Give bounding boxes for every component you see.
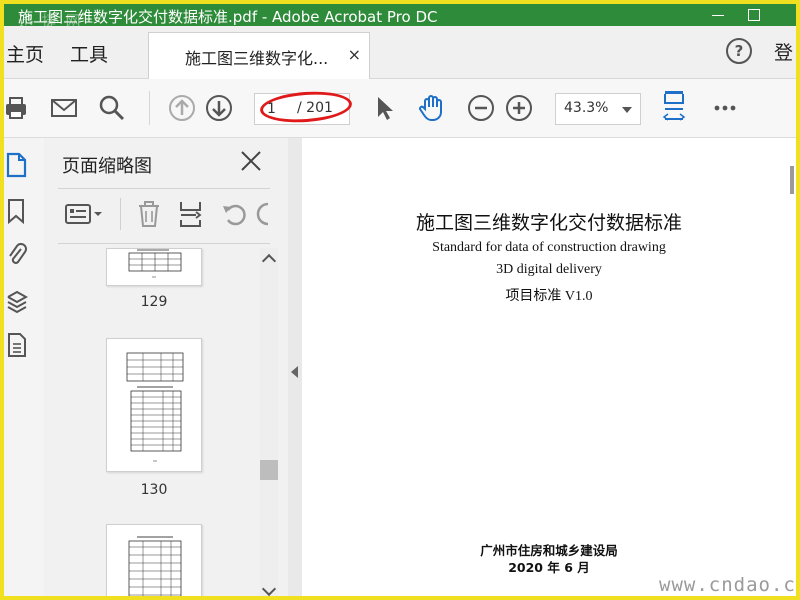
document-tab[interactable]: 施工图三维数字化... × <box>148 32 370 79</box>
search-icon[interactable] <box>97 93 127 123</box>
rotate-clockwise-icon[interactable] <box>256 200 270 228</box>
thumbnail-page-number: 129 <box>140 294 168 310</box>
attachment-icon[interactable] <box>6 242 28 268</box>
tools-tab[interactable]: 工具 <box>70 40 108 67</box>
help-icon[interactable]: ? <box>726 38 752 64</box>
page-thumbnail-130[interactable] <box>106 338 202 472</box>
select-cursor-icon[interactable] <box>370 93 400 123</box>
chevron-up-icon[interactable] <box>261 253 277 269</box>
pane-toolbar-divider <box>120 198 121 230</box>
document-scrollbar-thumb[interactable] <box>790 166 794 194</box>
title-bar: 迅 捷 网 施工图三维数字化交付数据标准.pdf - Adobe Acrobat… <box>4 4 796 30</box>
tab-bar: 主页 工具 施工图三维数字化... × ? 登 <box>4 26 796 79</box>
page-thumbnail-131[interactable] <box>106 524 202 596</box>
close-icon[interactable] <box>240 150 262 172</box>
chevron-down-icon[interactable] <box>261 581 277 596</box>
pane-title: 页面缩略图 <box>62 156 152 177</box>
document-subtitle-line1: Standard for data of construction drawin… <box>432 240 666 255</box>
close-tab-button[interactable]: × <box>348 45 361 64</box>
document-title: 施工图三维数字化交付数据标准 <box>415 212 682 234</box>
pane-collapse-strip[interactable] <box>288 138 302 596</box>
email-icon[interactable] <box>49 93 79 123</box>
extract-pages-icon[interactable] <box>178 200 206 228</box>
thumbnail-preview <box>128 536 182 596</box>
document-version: 项目标准 V1.0 <box>505 289 593 304</box>
home-tab[interactable]: 主页 <box>6 40 44 67</box>
minimize-button[interactable] <box>702 4 734 26</box>
maximize-button[interactable] <box>738 4 770 26</box>
pane-toolbar <box>58 194 286 238</box>
site-watermark: www.cndao.com <box>659 574 796 596</box>
document-page: 施工图三维数字化交付数据标准 Standard for data of cons… <box>302 138 796 596</box>
window-frame: 迅 捷 网 施工图三维数字化交付数据标准.pdf - Adobe Acrobat… <box>0 0 800 600</box>
document-properties-icon[interactable] <box>6 332 28 358</box>
next-page-icon[interactable] <box>204 93 234 123</box>
zoom-in-icon[interactable] <box>504 93 534 123</box>
window-title: 施工图三维数字化交付数据标准.pdf - Adobe Acrobat Pro D… <box>18 8 438 26</box>
thumbnail-preview <box>126 352 184 462</box>
bookmark-icon[interactable] <box>6 198 28 224</box>
chevron-down-icon <box>622 107 632 113</box>
document-subtitle-line2: 3D digital delivery <box>496 262 602 277</box>
layers-icon[interactable] <box>6 288 28 314</box>
hand-tool-icon[interactable] <box>417 93 447 123</box>
more-icon[interactable] <box>710 93 740 123</box>
navigation-rail <box>4 138 44 596</box>
printer-icon[interactable] <box>4 93 34 123</box>
thumbnail-options-icon[interactable] <box>64 202 104 226</box>
sign-in-link[interactable]: 登 <box>774 38 793 65</box>
toolbar-divider <box>149 91 150 125</box>
delete-icon[interactable] <box>136 200 162 228</box>
prev-page-icon[interactable] <box>167 93 197 123</box>
zoom-dropdown[interactable]: 43.3% <box>555 93 641 125</box>
thumbnail-page-number: 130 <box>140 482 168 498</box>
scrollbar-thumb[interactable] <box>260 460 278 480</box>
document-tab-label: 施工图三维数字化... <box>185 49 329 68</box>
rotate-counterclockwise-icon[interactable] <box>220 200 248 228</box>
pane-divider <box>58 188 270 189</box>
page-thumbnail-129[interactable] <box>106 248 202 286</box>
zoom-out-icon[interactable] <box>466 93 496 123</box>
thumbnail-pane: 页面缩略图 129 130 <box>44 138 289 596</box>
thumbnail-scrollbar[interactable] <box>260 248 278 596</box>
fit-page-icon[interactable] <box>660 89 688 125</box>
zoom-value: 43.3% <box>564 100 609 116</box>
thumbnail-preview <box>128 249 182 278</box>
collapse-left-icon[interactable] <box>291 366 298 378</box>
toolbar: / 201 43.3% <box>4 79 796 138</box>
page-thumbnails-icon[interactable] <box>6 152 28 178</box>
pane-divider <box>58 243 270 244</box>
